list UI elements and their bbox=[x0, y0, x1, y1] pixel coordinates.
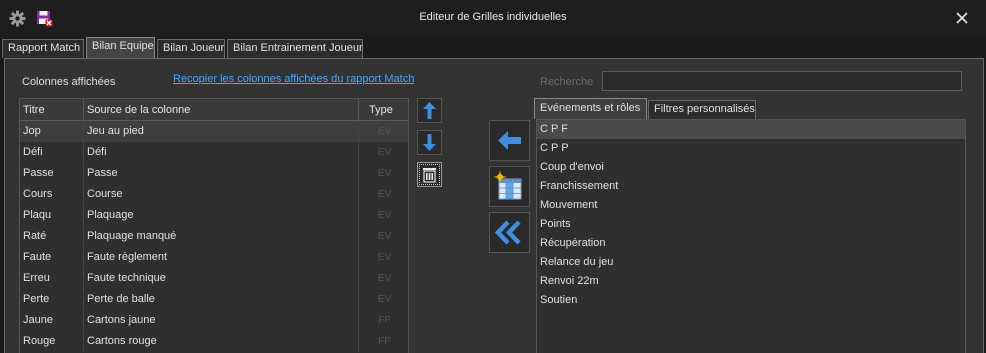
table-row[interactable]: Perte Perte de balle EV bbox=[20, 289, 408, 310]
list-item[interactable]: Franchissement bbox=[537, 177, 965, 196]
list-item[interactable]: Soutien bbox=[537, 291, 965, 310]
cell-type: EV bbox=[377, 168, 392, 179]
list-item[interactable]: Récupération bbox=[537, 234, 965, 253]
new-grid-icon bbox=[493, 170, 522, 200]
cell-source: Défi bbox=[84, 142, 359, 163]
cell-type: EV bbox=[377, 273, 392, 284]
double-arrow-left-icon bbox=[494, 220, 521, 245]
cell-titre: Jaune bbox=[20, 310, 84, 331]
cell-titre: Erreu bbox=[20, 268, 84, 289]
table-row[interactable]: Cours Course EV bbox=[20, 184, 408, 205]
cell-titre: Raté bbox=[20, 226, 84, 247]
cell-type: EV bbox=[377, 231, 392, 242]
cell-type: EV bbox=[377, 189, 392, 200]
list-item[interactable]: Relance du jeu bbox=[537, 253, 965, 272]
arrow-left-icon bbox=[498, 131, 521, 150]
table-row[interactable]: Passe Passe EV bbox=[20, 163, 408, 184]
arrow-up-icon bbox=[423, 102, 436, 119]
events-list: C P F C P P Coup d'envoi Franchissement … bbox=[536, 119, 966, 353]
tab-evenements-roles[interactable]: Evénements et rôles bbox=[534, 98, 647, 119]
cell-type: FP bbox=[378, 315, 391, 326]
cell-type: FP bbox=[378, 336, 391, 347]
list-item[interactable]: Mouvement bbox=[537, 196, 965, 215]
move-up-button[interactable] bbox=[417, 98, 442, 123]
table-row[interactable]: Raté Plaquage manqué EV bbox=[20, 226, 408, 247]
cell-titre: Rouge bbox=[20, 331, 84, 352]
cell-source: Cartons jaune bbox=[84, 310, 359, 331]
search-label: Recherche bbox=[540, 76, 594, 88]
cell-source: Course bbox=[84, 184, 359, 205]
cell-type: EV bbox=[377, 210, 392, 221]
arrow-down-icon bbox=[423, 134, 436, 151]
table-row[interactable]: Faute Faute règlement EV bbox=[20, 247, 408, 268]
add-all-button[interactable] bbox=[489, 212, 530, 253]
cell-source: Perte de balle bbox=[84, 289, 359, 310]
cell-source: Faute technique bbox=[84, 268, 359, 289]
cell-type: EV bbox=[377, 147, 392, 158]
tab-bilan-joueur[interactable]: Bilan Joueur bbox=[157, 39, 225, 58]
tab-filtres-personnalises[interactable]: Filtres personnalisés bbox=[648, 100, 756, 119]
cell-titre: Cours bbox=[20, 184, 84, 205]
cell-titre: Jop bbox=[20, 121, 84, 142]
cell-titre: Passe bbox=[20, 163, 84, 184]
list-item[interactable]: C P P bbox=[537, 139, 965, 158]
new-grid-button[interactable] bbox=[489, 166, 530, 207]
table-row[interactable]: Jop Jeu au pied EV bbox=[20, 121, 408, 142]
cell-source: Plaquage bbox=[84, 205, 359, 226]
list-item[interactable]: Renvoi 22m bbox=[537, 272, 965, 291]
cell-source: Plaquage manqué bbox=[84, 226, 359, 247]
delete-column-button[interactable] bbox=[417, 162, 442, 187]
cell-source: Cartons rouge bbox=[84, 331, 359, 352]
close-icon[interactable] bbox=[954, 10, 970, 26]
table-row[interactable]: Plaqu Plaquage EV bbox=[20, 205, 408, 226]
title-bar: Editeur de Grilles individuelles bbox=[0, 0, 986, 37]
table-row[interactable]: Jaune Cartons jaune FP bbox=[20, 310, 408, 331]
grid-header: Titre Source de la colonne Type bbox=[20, 99, 408, 121]
cell-source: Passe bbox=[84, 163, 359, 184]
window-title: Editeur de Grilles individuelles bbox=[419, 11, 567, 23]
columns-label: Colonnes affichées bbox=[22, 76, 116, 88]
table-row[interactable]: Rouge Cartons rouge FP bbox=[20, 331, 408, 352]
table-row[interactable]: Erreu Faute technique EV bbox=[20, 268, 408, 289]
cell-titre: Perte bbox=[20, 289, 84, 310]
copy-columns-link[interactable]: Recopier les colonnes affichées du rappo… bbox=[173, 73, 414, 85]
cell-source: Faute règlement bbox=[84, 247, 359, 268]
list-item[interactable]: Points bbox=[537, 215, 965, 234]
delete-column-icon bbox=[423, 168, 436, 183]
add-column-button[interactable] bbox=[489, 120, 530, 161]
search-input[interactable] bbox=[602, 71, 962, 91]
list-item[interactable]: Coup d'envoi bbox=[537, 158, 965, 177]
tab-bilan-equipe[interactable]: Bilan Equipe bbox=[86, 37, 155, 58]
list-item[interactable]: C P F bbox=[537, 120, 965, 139]
cell-type: EV bbox=[377, 252, 392, 263]
columns-grid: Titre Source de la colonne Type Jop Jeu … bbox=[19, 98, 409, 353]
cell-titre: Plaqu bbox=[20, 205, 84, 226]
header-type[interactable]: Type bbox=[359, 99, 408, 121]
header-titre[interactable]: Titre bbox=[20, 99, 84, 121]
cell-titre: Défi bbox=[20, 142, 84, 163]
tab-rapport-match[interactable]: Rapport Match bbox=[2, 39, 84, 58]
cell-type: EV bbox=[377, 294, 392, 305]
header-source[interactable]: Source de la colonne bbox=[84, 99, 359, 121]
cell-titre: Faute bbox=[20, 247, 84, 268]
table-row[interactable]: Défi Défi EV bbox=[20, 142, 408, 163]
cell-source: Jeu au pied bbox=[84, 121, 359, 142]
cell-type: EV bbox=[377, 126, 392, 137]
move-down-button[interactable] bbox=[417, 130, 442, 155]
tab-bilan-entrainement-joueur[interactable]: Bilan Entrainement Joueur bbox=[227, 39, 363, 58]
